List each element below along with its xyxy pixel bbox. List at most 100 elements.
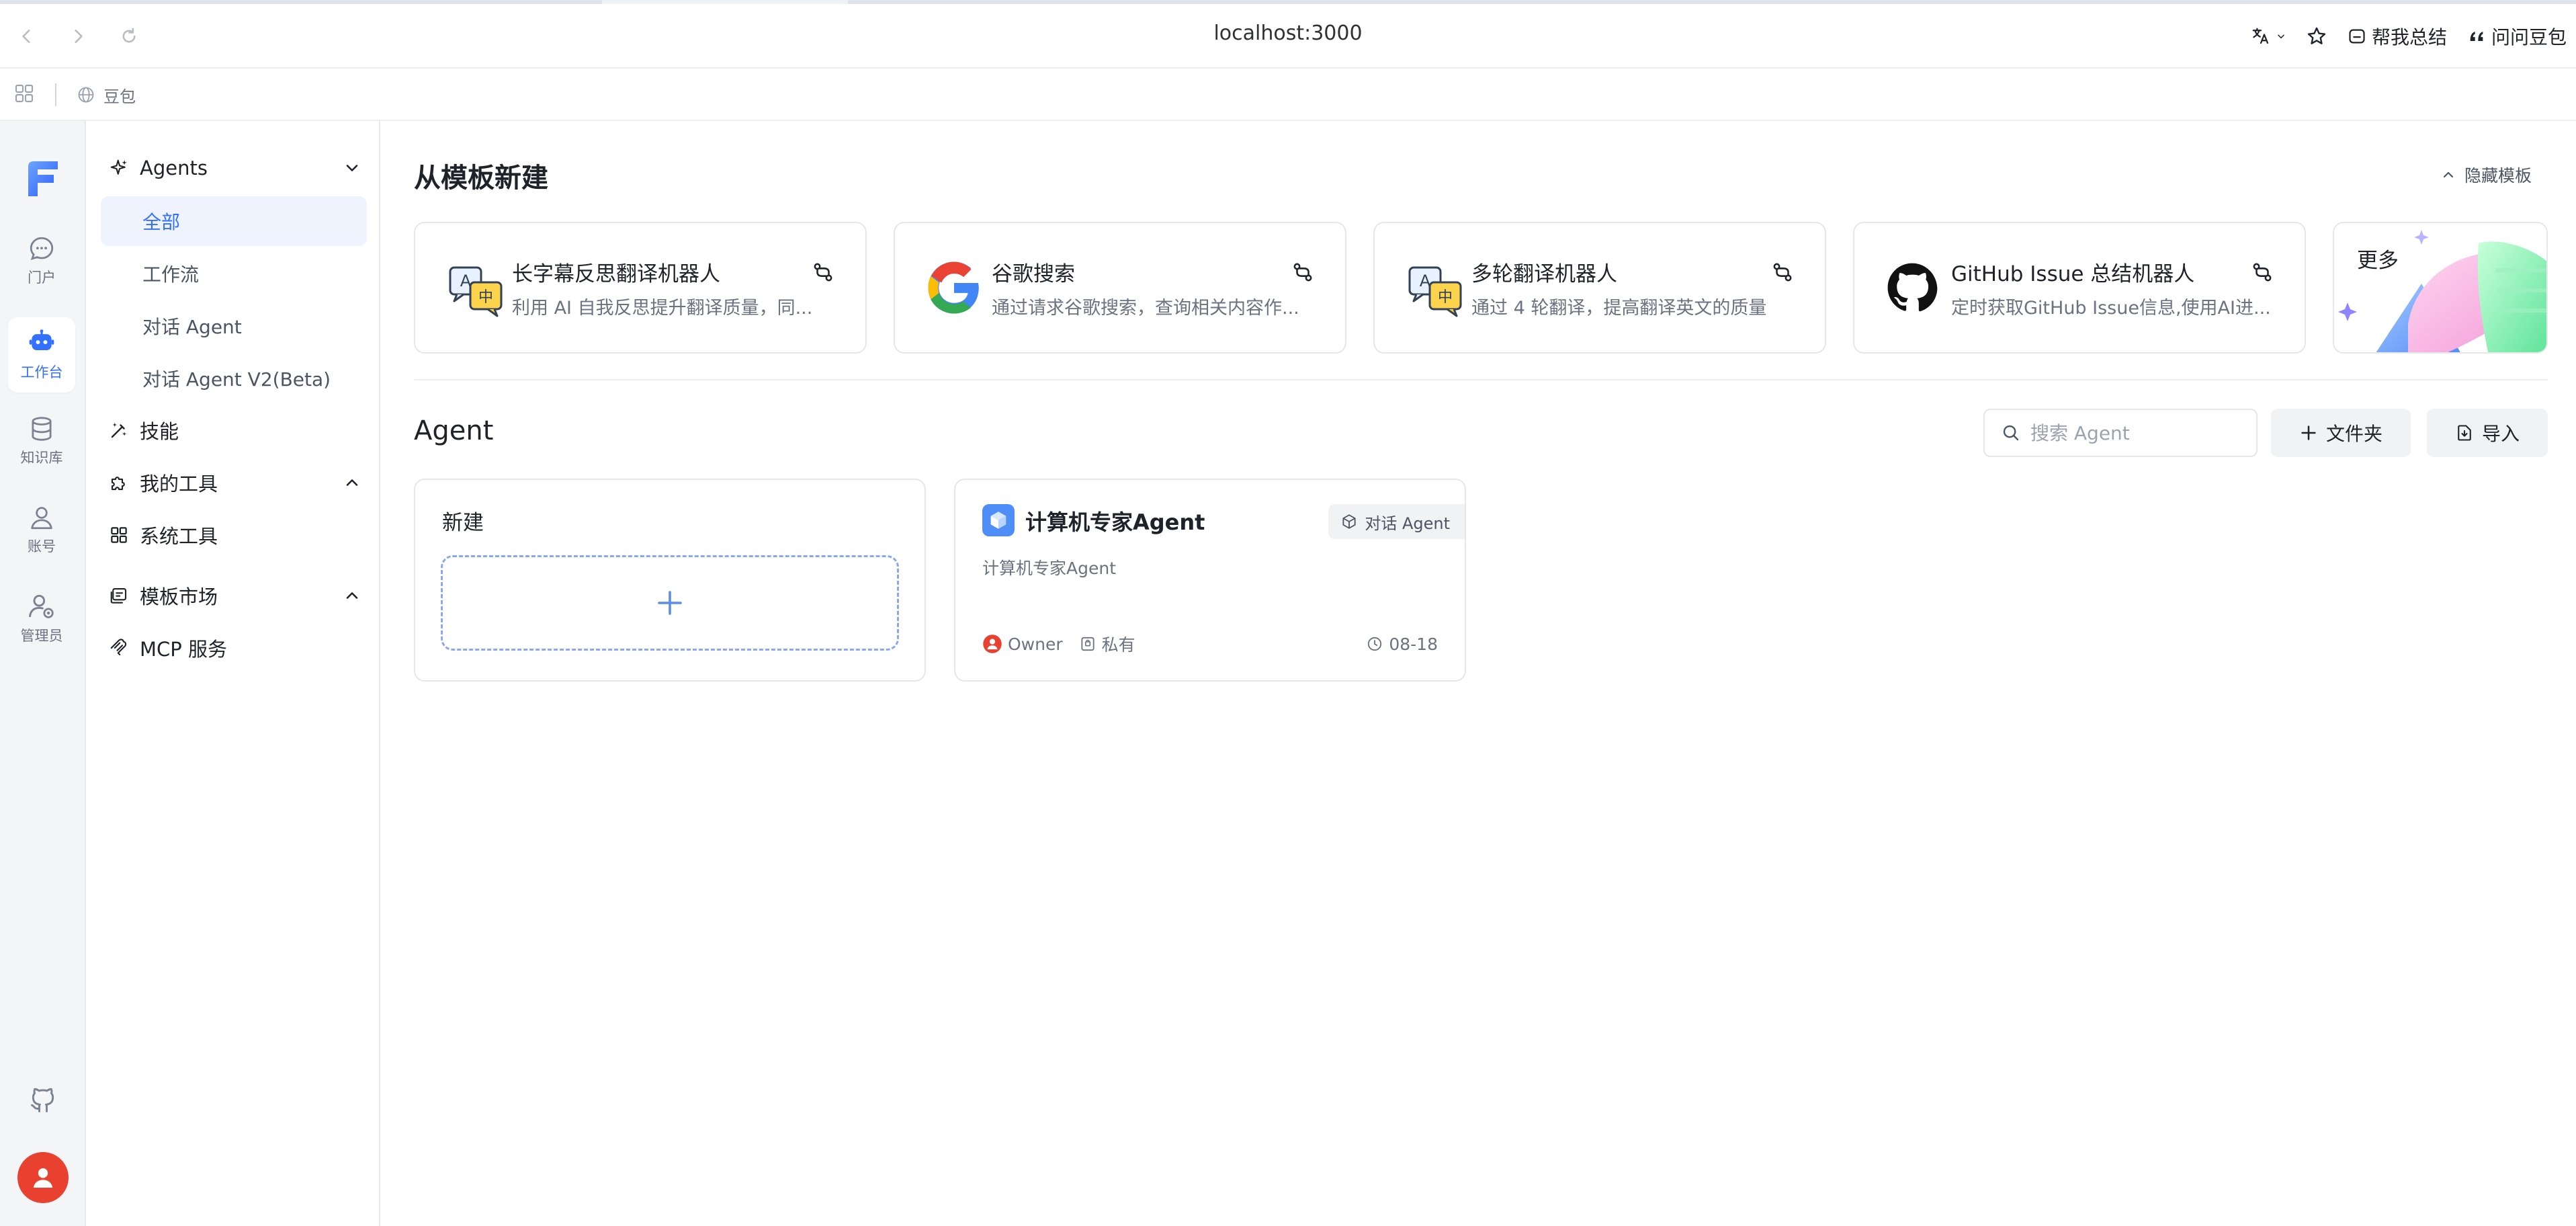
hide-templates-button[interactable]: 隐藏模板 bbox=[2440, 163, 2532, 187]
hide-templates-label: 隐藏模板 bbox=[2464, 166, 2532, 186]
summarize-button[interactable]: 帮我总结 bbox=[2348, 23, 2447, 50]
template-title: 长字幕反思翻译机器人 bbox=[512, 262, 720, 286]
rail-item-knowledge[interactable]: 知识库 bbox=[8, 403, 75, 479]
search-agent-box bbox=[1983, 409, 2258, 457]
template-icon bbox=[110, 587, 127, 604]
template-card-subtitle-translate[interactable]: A 中 长字幕反思翻译机器人 利用 AI 自我反思提升翻译质量，同... bbox=[414, 222, 867, 354]
chevron-up-icon bbox=[2443, 171, 2454, 178]
template-card-google-search[interactable]: 谷歌搜索 通过请求谷歌搜索，查询相关内容作... bbox=[894, 222, 1346, 354]
menu-item-chat-agent-v2[interactable]: 对话 Agent V2(Beta) bbox=[101, 354, 367, 403]
chevron-down-icon bbox=[346, 165, 358, 171]
translate-button[interactable] bbox=[2251, 26, 2286, 46]
svg-text:中: 中 bbox=[478, 289, 493, 306]
ask-doubao-button[interactable]: 问问豆包 bbox=[2467, 23, 2567, 50]
menu-item-system-tools[interactable]: 系统工具 bbox=[109, 516, 364, 554]
template-title: 多轮翻译机器人 bbox=[1471, 262, 1617, 286]
browser-toolbar: localhost:3000 帮我总结 问问豆包 bbox=[0, 4, 2576, 69]
rail-label: 账号 bbox=[28, 538, 56, 555]
new-folder-button[interactable]: 文件夹 bbox=[2271, 409, 2411, 457]
reload-button[interactable] bbox=[114, 22, 144, 51]
robot-icon bbox=[29, 329, 54, 350]
agent-name: 计算机专家Agent bbox=[1025, 509, 1205, 535]
visibility-label: 私有 bbox=[1101, 635, 1135, 655]
cube-outline-icon bbox=[1342, 514, 1356, 529]
main-content: 从模板新建 隐藏模板 A 中 长字幕反思翻译机器人 利用 AI 自我反思提升翻译… bbox=[382, 121, 2576, 1226]
menu-item-all[interactable]: 全部 bbox=[101, 196, 367, 246]
agent-desc: 计算机专家Agent bbox=[982, 559, 1116, 578]
owner-label: Owner bbox=[1008, 634, 1063, 654]
app-logo[interactable] bbox=[26, 159, 60, 199]
chevron-left-icon bbox=[22, 30, 30, 43]
menu-group-my-tools[interactable]: 我的工具 bbox=[109, 464, 364, 501]
browser-actions: 帮我总结 问问豆包 bbox=[2251, 19, 2567, 54]
folder-label: 文件夹 bbox=[2325, 423, 2382, 445]
menu-group-label: 系统工具 bbox=[140, 525, 218, 548]
app-rail: 门户 工作台 知识库 账号 管理员 bbox=[0, 121, 86, 1226]
menu-group-template-market[interactable]: 模板市场 bbox=[109, 577, 364, 614]
puzzle-icon bbox=[111, 477, 125, 491]
search-input[interactable] bbox=[2030, 421, 2245, 444]
apps-button[interactable] bbox=[13, 83, 35, 107]
cube-icon bbox=[990, 512, 1006, 529]
agent-card[interactable]: 计算机专家Agent 对话 Agent 计算机专家Agent Owner 私有 … bbox=[954, 479, 1466, 682]
more-label: 更多 bbox=[2357, 249, 2399, 273]
rail-item-portal[interactable]: 门户 bbox=[8, 223, 75, 298]
github-link[interactable] bbox=[27, 1084, 59, 1116]
create-agent-button[interactable] bbox=[441, 555, 899, 651]
google-icon bbox=[928, 261, 979, 314]
workflow-icon[interactable] bbox=[2251, 261, 2274, 284]
template-card-multi-round-translate[interactable]: A 中 多轮翻译机器人 通过 4 轮翻译，提高翻译英文的质量 bbox=[1373, 222, 1826, 354]
menu-group-label: 模板市场 bbox=[140, 585, 218, 608]
date-label: 08-18 bbox=[1389, 634, 1438, 654]
summarize-label: 帮我总结 bbox=[2371, 26, 2447, 48]
user-icon bbox=[31, 507, 52, 530]
rail-item-account[interactable]: 账号 bbox=[8, 492, 75, 567]
agent-owner: Owner bbox=[982, 634, 1063, 654]
template-section-title: 从模板新建 bbox=[414, 163, 548, 194]
grid-icon bbox=[111, 527, 127, 543]
rail-item-workbench[interactable]: 工作台 bbox=[8, 317, 75, 393]
agent-date: 08-18 bbox=[1366, 635, 1438, 654]
menu-item-mcp[interactable]: MCP 服务 bbox=[109, 629, 364, 667]
template-desc: 通过请求谷歌搜索，查询相关内容作... bbox=[992, 298, 1299, 319]
menu-item-chat-agent[interactable]: 对话 Agent bbox=[101, 301, 367, 351]
template-card-github-issue[interactable]: GitHub Issue 总结机器人 定时获取GitHub Issue信息,使用… bbox=[1853, 222, 2306, 354]
address-bar: localhost:3000 bbox=[0, 22, 2576, 45]
menu-item-label: 对话 Agent bbox=[142, 316, 242, 338]
bookmarks-bar: 豆包 bbox=[0, 70, 2576, 121]
menu-item-skills[interactable]: 技能 bbox=[109, 411, 364, 449]
agent-cube-icon bbox=[982, 504, 1015, 536]
menu-group-agents[interactable]: Agents bbox=[109, 149, 364, 187]
rail-item-admin[interactable]: 管理员 bbox=[8, 581, 75, 656]
workflow-icon[interactable] bbox=[1771, 261, 1794, 284]
chevron-right-icon bbox=[75, 30, 83, 43]
bookmark-label: 豆包 bbox=[103, 87, 136, 106]
menu-item-workflow[interactable]: 工作流 bbox=[101, 249, 367, 298]
rail-label: 管理员 bbox=[20, 628, 63, 644]
template-title: 谷歌搜索 bbox=[992, 262, 1075, 286]
menu-group-label: 技能 bbox=[140, 420, 179, 443]
agent-section-title: Agent bbox=[414, 415, 494, 446]
bookmark-star-button[interactable] bbox=[2306, 26, 2327, 47]
chevron-up-icon bbox=[346, 592, 358, 599]
template-more-card[interactable]: 更多 bbox=[2333, 222, 2548, 354]
chevron-up-icon bbox=[346, 479, 358, 486]
workflow-icon[interactable] bbox=[1291, 261, 1314, 284]
forward-button[interactable] bbox=[63, 22, 93, 51]
magic-wand-icon bbox=[111, 422, 127, 438]
workbench-menu: Agents 全部 工作流 对话 Agent 对话 Agent V2(Beta)… bbox=[87, 121, 380, 1226]
rail-label: 工作台 bbox=[20, 364, 63, 380]
menu-item-label: 对话 Agent V2(Beta) bbox=[142, 368, 331, 391]
url-text[interactable]: localhost:3000 bbox=[1213, 22, 1362, 45]
avatar[interactable] bbox=[17, 1152, 69, 1203]
bookmark-doubao[interactable]: 豆包 bbox=[77, 83, 136, 107]
menu-group-label: Agents bbox=[140, 157, 208, 179]
import-button[interactable]: 导入 bbox=[2427, 409, 2548, 457]
back-button[interactable] bbox=[12, 22, 42, 51]
workflow-icon[interactable] bbox=[812, 261, 834, 284]
svg-text:中: 中 bbox=[1438, 289, 1453, 306]
ask-label: 问问豆包 bbox=[2491, 26, 2567, 48]
mcp-icon bbox=[110, 639, 127, 656]
plus-icon bbox=[2301, 425, 2316, 440]
github-icon bbox=[1887, 263, 1938, 312]
